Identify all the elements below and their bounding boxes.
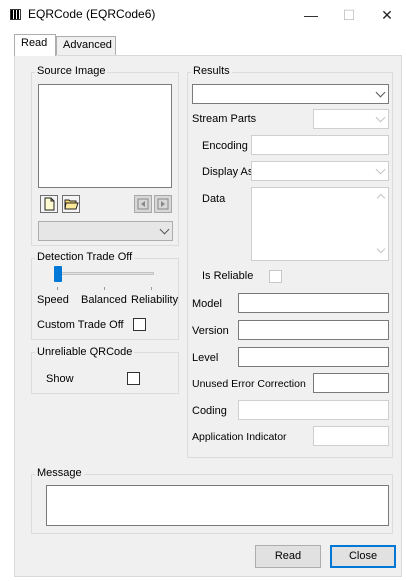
scroll-down-icon [376,244,386,254]
level-label: Level [192,352,219,364]
open-folder-icon [64,199,79,210]
source-image-preview[interactable] [38,84,172,188]
read-button[interactable]: Read [255,545,321,568]
tab-read[interactable]: Read [14,34,56,56]
close-window-button[interactable]: ✕ [372,4,402,26]
chevron-down-icon [375,87,386,98]
previous-image-button [134,195,152,213]
message-legend: Message [35,467,84,479]
next-icon [157,198,169,210]
data-label: Data [202,193,226,205]
new-image-button[interactable] [40,195,58,213]
display-as-select [251,161,389,181]
source-image-legend: Source Image [35,65,108,77]
coding-label: Coding [192,405,227,417]
version-label: Version [192,325,229,337]
display-as-label: Display As [202,166,254,178]
coding-field [238,400,389,420]
speed-label: Speed [37,294,69,306]
chevron-down-icon [375,164,386,175]
version-field[interactable] [238,320,389,340]
trade-off-slider-track[interactable] [54,272,154,275]
slider-tick [57,287,58,290]
chevron-down-icon [375,112,386,123]
new-document-icon [44,197,55,211]
application-indicator-field [313,426,389,446]
slider-tick [151,287,152,290]
message-box[interactable] [46,485,389,526]
chevron-down-icon [159,224,170,235]
stream-parts-label: Stream Parts [192,113,257,125]
unreliable-legend: Unreliable QRCode [35,346,135,358]
encoding-label: Encoding [202,140,248,152]
detection-legend: Detection Trade Off [35,251,135,263]
next-image-button [154,195,172,213]
unused-error-correction-label: Unused Error Correction [192,378,306,390]
show-label: Show [46,373,74,385]
is-reliable-label: Is Reliable [202,270,254,282]
maximize-button: ☐ [342,7,356,23]
custom-trade-off-checkbox[interactable] [133,318,146,331]
model-field[interactable] [238,293,389,313]
scroll-up-icon [376,193,386,203]
model-label: Model [192,298,222,310]
balanced-label: Balanced [81,294,127,306]
window-title: EQRCode (EQRCode6) [28,7,156,21]
stream-parts-select [313,109,389,129]
custom-trade-off-label: Custom Trade Off [37,319,124,331]
unused-error-correction-field[interactable] [313,373,389,393]
results-select[interactable] [192,84,389,104]
show-unreliable-checkbox[interactable] [127,372,140,385]
results-legend: Results [191,65,232,77]
is-reliable-checkbox [269,270,282,283]
open-image-button[interactable] [62,195,80,213]
level-field[interactable] [238,347,389,367]
source-image-select[interactable] [38,221,173,241]
slider-tick [104,287,105,290]
application-indicator-label: Application Indicator [192,431,287,443]
reliability-label: Reliability [131,294,179,306]
data-textarea [251,187,389,261]
tab-advanced[interactable]: Advanced [56,36,116,55]
encoding-field [251,135,389,155]
minimize-button[interactable]: — [296,4,326,26]
trade-off-slider-thumb[interactable] [54,266,62,282]
previous-icon [137,198,149,210]
app-icon [10,9,21,20]
close-button[interactable]: Close [330,545,396,568]
